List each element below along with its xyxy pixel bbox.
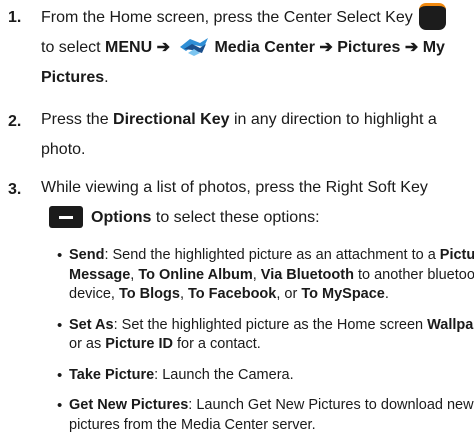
list-item: • Send: Send the highlighted picture as … [57,246,474,305]
text: : Launch the Camera. [154,366,294,383]
list-item: • Get New Pictures: Launch Get New Pictu… [57,396,474,435]
step-text: While viewing a list of photos, press th… [41,173,469,233]
text: , [179,286,188,302]
text: To Facebook [188,286,277,302]
arrow-icon: ➔ [404,39,419,56]
text: Picture [439,247,474,263]
text: photo. [41,141,86,158]
text: To Online Album [138,266,253,283]
text: device, [69,286,119,302]
step-number: 1. [8,9,22,26]
option-title: Take Picture [69,366,155,383]
text: To Blogs [118,286,180,302]
my-label: My [422,39,445,56]
text: , [252,266,261,283]
bullet: • [57,316,63,334]
list-item: • Set As: Set the highlighted picture as… [57,316,474,355]
text: pictures from the Media Center server. [69,416,316,433]
list-item: • Take Picture: Launch the Camera. [57,366,469,386]
arrow-icon: ➔ [156,39,170,56]
text: to another bluetooth [353,266,474,283]
text: : Launch Get New Pictures to download ne… [188,397,474,413]
text: : Send the highlighted picture as an att… [104,247,440,263]
text: to select these options: [151,209,320,226]
pictures-label: Pictures [337,39,401,56]
manual-page: 1. From the Home screen, press the Cente… [0,0,474,433]
text: Press the [41,111,114,128]
directional-key-label: Directional Key [113,111,230,128]
text: . [104,69,109,86]
text: Wallpaper [427,316,474,333]
text: : Set the highlighted picture as the Hom… [113,316,428,333]
text: Message [69,266,131,283]
text: . [384,286,389,302]
text: in any direction to highlight a [229,111,437,128]
menu-label: MENU [105,39,153,56]
text: While viewing a list of photos, press th… [41,179,428,196]
option-title: Send [69,247,105,263]
option-title: Set As [69,316,114,333]
media-center-icon [178,35,210,57]
options-list: • Send: Send the highlighted picture as … [57,246,474,446]
center-select-key-icon [418,3,446,30]
text: Via Bluetooth [260,266,354,283]
options-label: Options [91,209,152,226]
text: , or [276,286,302,302]
step-text: Press the Directional Key in any directi… [41,105,469,165]
step-1-line-1: From the Home screen, press the Center S… [41,9,413,26]
right-soft-key-icon [49,206,83,228]
my-pictures-label: Pictures [41,69,105,86]
text: to select [41,39,106,56]
step-number: 2. [8,113,22,130]
bullet: • [57,366,63,384]
arrow-icon: ➔ [319,39,333,56]
bullet: • [57,397,63,414]
text: Picture ID [105,336,173,352]
step-number: 3. [8,181,22,198]
text: To MySpace [301,286,385,302]
option-title: Get New Pictures [69,397,189,413]
text: or as [69,336,106,352]
text: for a contact. [172,336,261,352]
media-center-label: Media Center [214,39,315,56]
bullet: • [57,247,63,264]
step-text: From the Home screen, press the Center S… [41,3,469,93]
